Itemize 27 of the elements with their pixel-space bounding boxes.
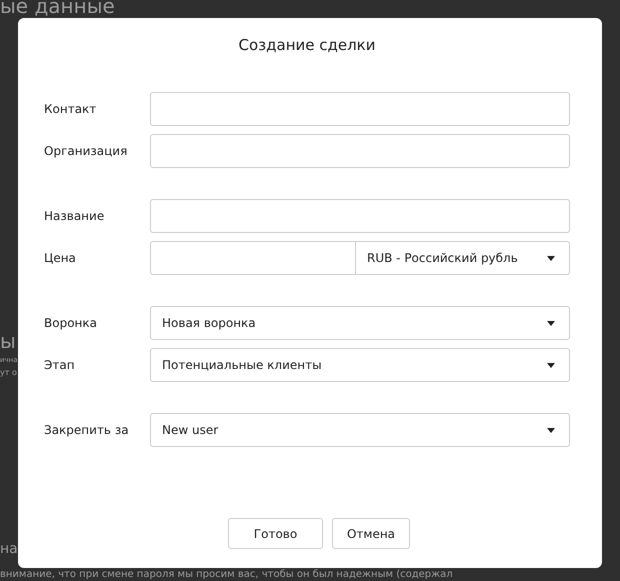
input-field[interactable]	[150, 199, 570, 233]
caret-icon	[547, 320, 555, 326]
section-text: ут о	[0, 368, 17, 377]
field-label: Цена	[44, 251, 77, 265]
cancel-button[interactable]: Отмена	[332, 518, 410, 549]
price-field[interactable]	[150, 241, 356, 275]
dropdown[interactable]: Потенциальные клиенты	[150, 348, 570, 382]
caret-icon	[547, 428, 555, 432]
field-label: Организация	[44, 144, 128, 158]
page-heading: ые данные	[0, 0, 115, 16]
input-field[interactable]	[150, 134, 570, 168]
dropdown[interactable]: New user	[150, 413, 570, 447]
field-label: Воронка	[44, 316, 98, 330]
caret-icon	[547, 362, 555, 368]
currency-dropdown[interactable]: RUB - Российский рубль	[356, 241, 570, 275]
field-label: Название	[44, 209, 106, 223]
caret-icon	[547, 256, 555, 260]
section-heading: на	[0, 540, 18, 558]
dialog-title: Создание сделки	[238, 36, 376, 54]
dropdown[interactable]: Новая воронка	[150, 306, 570, 340]
field-label: Контакт	[44, 102, 98, 116]
input-field[interactable]	[150, 92, 570, 126]
done-button[interactable]: Готово	[228, 518, 323, 549]
section-heading: ы	[0, 330, 16, 352]
notice-text: внимание, что при смене пароля мы просим вас, чтобы он был надежным (содержал	[0, 569, 453, 581]
field-label: Закрепить за	[44, 423, 130, 437]
field-label: Этап	[44, 358, 76, 372]
